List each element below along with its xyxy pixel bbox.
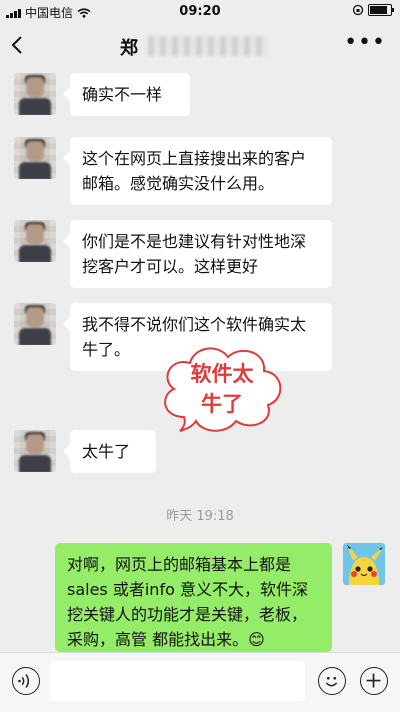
- message-text: 对啊，网页上的邮箱基本上都是sales 或者info 意义不大，软件深挖关键人的…: [67, 555, 308, 649]
- status-right: [352, 4, 394, 16]
- emoji-icon[interactable]: [318, 667, 346, 695]
- message-text: 太牛了: [82, 442, 131, 461]
- message-text: 你们是不是也建议有针对性地深挖客户才可以。这样更好: [82, 232, 307, 276]
- message-bubble-received[interactable]: 确实不一样: [63, 73, 190, 116]
- sticker-line-1: 软件太: [190, 362, 254, 386]
- battery-icon: [368, 4, 394, 16]
- contact-avatar[interactable]: [14, 73, 56, 115]
- status-time: 09:20: [179, 4, 221, 19]
- status-bar: 中国电信 09:20: [0, 0, 400, 24]
- message-text: 确实不一样: [82, 85, 163, 104]
- chat-title: 郑: [120, 38, 138, 59]
- chat-timestamp: 昨天 19:18: [166, 509, 234, 524]
- contact-avatar[interactable]: [14, 430, 56, 472]
- message-bubble-received[interactable]: 太牛了: [63, 430, 156, 473]
- plus-icon[interactable]: [360, 667, 388, 695]
- nav-bar: 郑 •••: [0, 24, 400, 68]
- cloud-sticker-text: 软件太 牛了: [156, 343, 288, 435]
- message-text: 这个在网页上直接搜出来的客户邮箱。感觉确实没什么用。: [82, 149, 307, 193]
- user-avatar[interactable]: [343, 543, 385, 585]
- sticker-line-2: 牛了: [201, 392, 243, 416]
- chat-title-redacted: [148, 36, 268, 56]
- message-bubble-sent[interactable]: 对啊，网页上的邮箱基本上都是sales 或者info 意义不大，软件深挖关键人的…: [55, 543, 332, 652]
- contact-avatar[interactable]: [14, 137, 56, 179]
- voice-icon[interactable]: [12, 667, 40, 695]
- message-input[interactable]: [50, 661, 305, 701]
- contact-avatar[interactable]: [14, 303, 56, 345]
- contact-avatar[interactable]: [14, 220, 56, 262]
- rotation-lock-icon: [352, 4, 364, 16]
- message-bubble-received[interactable]: 这个在网页上直接搜出来的客户邮箱。感觉确实没什么用。: [63, 137, 332, 205]
- message-bubble-received[interactable]: 你们是不是也建议有针对性地深挖客户才可以。这样更好: [63, 220, 332, 288]
- more-dots-icon[interactable]: •••: [344, 32, 386, 54]
- chevron-left-icon[interactable]: [10, 34, 24, 56]
- input-bar: [0, 652, 400, 712]
